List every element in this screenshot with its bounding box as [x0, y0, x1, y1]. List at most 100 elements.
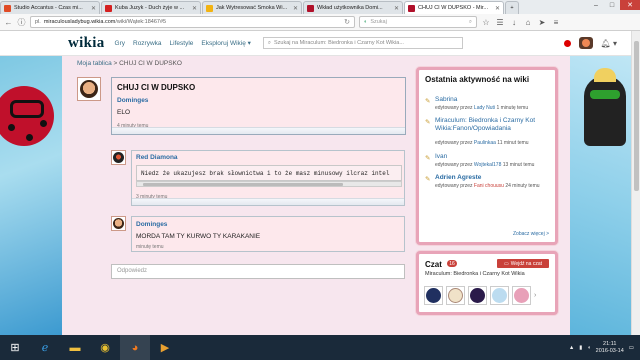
- browser-tab[interactable]: Kuba Juzyk - Duch żyje w ... ✕: [101, 1, 201, 14]
- info-icon[interactable]: ⓘ: [17, 17, 26, 28]
- header-user-area: 🔔︎ ▾: [563, 37, 617, 49]
- post-text: ELO: [117, 109, 131, 116]
- post-author[interactable]: Dominges: [117, 97, 148, 104]
- bell-icon[interactable]: 🔔︎ ▾: [601, 39, 617, 48]
- activity-page-link[interactable]: Ivan: [435, 153, 553, 161]
- wikia-logo[interactable]: wikia: [68, 35, 105, 52]
- menu-icon[interactable]: ≡: [551, 18, 561, 27]
- tab-title: Jak Wytresować Smoka Wi...: [216, 5, 288, 11]
- nav-lifestyle[interactable]: Lifestyle: [170, 40, 194, 47]
- chat-user-avatar[interactable]: [424, 286, 443, 305]
- wiki-search-input[interactable]: ⌕ Szukaj na Miraculum: Biedronka i Czarn…: [262, 37, 463, 49]
- download-icon[interactable]: ↓: [509, 18, 519, 27]
- minimize-button[interactable]: –: [588, 0, 604, 10]
- nav-explore[interactable]: Eksploruj Wikię ▾: [201, 39, 251, 47]
- activity-meta: edytowany przez Wojtekal178 13 minut tem…: [435, 162, 535, 168]
- browser-search-bar[interactable]: ◐ Szukaj ⌕: [359, 16, 477, 28]
- tab-close-icon[interactable]: ✕: [495, 5, 500, 12]
- share-icon[interactable]: ➤: [537, 18, 547, 27]
- chat-user-avatar[interactable]: [468, 286, 487, 305]
- reply-avatar[interactable]: [111, 150, 126, 165]
- tab-close-icon[interactable]: ✕: [394, 5, 399, 12]
- chat-user-avatar[interactable]: [446, 286, 465, 305]
- reply-input[interactable]: Odpowiedz: [111, 264, 405, 279]
- new-tab-button[interactable]: +: [505, 1, 519, 14]
- scrollbar-thumb[interactable]: [143, 183, 343, 186]
- windows-logo-icon: ⊞: [10, 342, 20, 354]
- post-footer: [132, 198, 404, 205]
- post-footer: [112, 127, 405, 134]
- taskbar-clock[interactable]: 21:11 2016-03-14: [596, 341, 624, 355]
- chat-user-avatar[interactable]: [512, 286, 531, 305]
- maximize-button[interactable]: □: [604, 0, 620, 10]
- volume-icon[interactable]: ◖: [587, 345, 590, 351]
- edit-pencil-icon: ✎: [425, 98, 431, 105]
- post-author[interactable]: Red Diamona: [136, 154, 178, 161]
- browser-tab[interactable]: Studio Accantus - Czas mi... ✕: [0, 1, 100, 14]
- ladybug-background-art: [0, 56, 62, 335]
- chat-user-avatars: ›: [424, 284, 552, 307]
- taskbar-media[interactable]: ▶: [150, 335, 180, 360]
- breadcrumb-separator: >: [113, 60, 118, 67]
- join-chat-button[interactable]: ▭ Wejdź na czat: [497, 259, 549, 268]
- chevron-right-icon[interactable]: ›: [534, 292, 536, 299]
- tab-close-icon[interactable]: ✕: [293, 5, 298, 12]
- activity-user-link[interactable]: Fani chouusu: [474, 183, 504, 189]
- tray-arrow-icon[interactable]: ▲: [569, 345, 574, 351]
- activity-page-link[interactable]: Miraculum: Biedronka i Czarny Kot Wikia:…: [435, 117, 553, 132]
- activity-meta: edytowany przez Paulinkaa 11 minut temu: [435, 140, 529, 146]
- browser-tab[interactable]: Wkład użytkownika Domi... ✕: [303, 1, 403, 14]
- reply-avatar[interactable]: [111, 216, 126, 231]
- page-scrollbar[interactable]: [631, 31, 640, 335]
- user-avatar[interactable]: [578, 37, 593, 49]
- tab-close-icon[interactable]: ✕: [192, 5, 197, 12]
- scrollbar-thumb[interactable]: [634, 41, 639, 191]
- tab-title: Studio Accantus - Czas mi...: [14, 5, 83, 11]
- activity-meta: edytowany przez Fani chouusu 24 minuty t…: [435, 183, 540, 189]
- browser-tab-active[interactable]: CHUJ CI W DUPSKO - Mir... ✕: [404, 1, 504, 14]
- activity-title: Ostatnia aktywność na wiki: [425, 75, 530, 84]
- tab-favicon: [206, 4, 213, 12]
- post-author[interactable]: Dominges: [136, 221, 167, 228]
- reload-icon[interactable]: ↻: [344, 18, 350, 26]
- nav-entertainment[interactable]: Rozrywka: [133, 40, 162, 47]
- activity-user-link[interactable]: Wojtekal178: [474, 162, 501, 168]
- start-button[interactable]: ⊞: [0, 335, 30, 360]
- see-more-link[interactable]: Zobacz więcej >: [513, 231, 549, 237]
- notification-dot-icon[interactable]: [563, 39, 571, 47]
- home-icon[interactable]: ⌂: [523, 18, 533, 27]
- reading-list-icon[interactable]: ☰: [495, 18, 505, 27]
- clock-time: 21:11: [603, 340, 617, 347]
- reply-post: Red Diamona Niedz że ukazujesz brak słow…: [131, 150, 405, 206]
- activity-user-link[interactable]: Lady Nuti: [474, 105, 495, 111]
- horizontal-scrollbar[interactable]: [136, 181, 402, 187]
- browser-tab[interactable]: Jak Wytresować Smoka Wi... ✕: [202, 1, 302, 14]
- search-icon[interactable]: ⌕: [469, 19, 472, 26]
- back-arrow-icon[interactable]: ←: [4, 18, 13, 27]
- nav-games[interactable]: Gry: [115, 40, 125, 47]
- tab-favicon: [105, 4, 112, 12]
- taskbar-ie[interactable]: ℯ: [30, 335, 60, 360]
- taskbar-firefox[interactable]: ◕: [120, 335, 150, 360]
- url-bar[interactable]: pl. miraculousladybug.wikia.com/wiki/Wąte…: [30, 16, 355, 28]
- activity-page-link[interactable]: Sabrina: [435, 96, 553, 104]
- taskbar-chrome[interactable]: ◉: [90, 335, 120, 360]
- tab-close-icon[interactable]: ✕: [91, 5, 96, 12]
- recent-activity-module: Ostatnia aktywność na wiki ✎ Sabrina edy…: [416, 67, 558, 245]
- star-icon[interactable]: ☆: [481, 18, 491, 27]
- tab-title: Wkład użytkownika Domi...: [317, 5, 383, 11]
- activity-page-link[interactable]: Adrien Agreste: [435, 174, 553, 182]
- chat-user-avatar[interactable]: [490, 286, 509, 305]
- network-icon[interactable]: ▮: [579, 345, 582, 351]
- web-page: wikia Gry Rozrywka Lifestyle Eksploruj W…: [0, 31, 631, 335]
- post-timestamp[interactable]: minutę temu: [136, 244, 164, 250]
- chat-bubble-icon: ▭: [503, 260, 509, 267]
- breadcrumb-link[interactable]: Moja tablica: [77, 60, 112, 67]
- internet-explorer-icon: ℯ: [41, 342, 49, 354]
- window-close-button[interactable]: ✕: [620, 0, 640, 10]
- post-avatar[interactable]: [77, 77, 101, 101]
- activity-item: ✎ Ivan edytowany przez Wojtekal178 13 mi…: [425, 153, 553, 173]
- activity-user-link[interactable]: Paulinkaa: [474, 140, 496, 146]
- taskbar-explorer[interactable]: ▬: [60, 335, 90, 360]
- notifications-icon[interactable]: ▭: [629, 345, 634, 351]
